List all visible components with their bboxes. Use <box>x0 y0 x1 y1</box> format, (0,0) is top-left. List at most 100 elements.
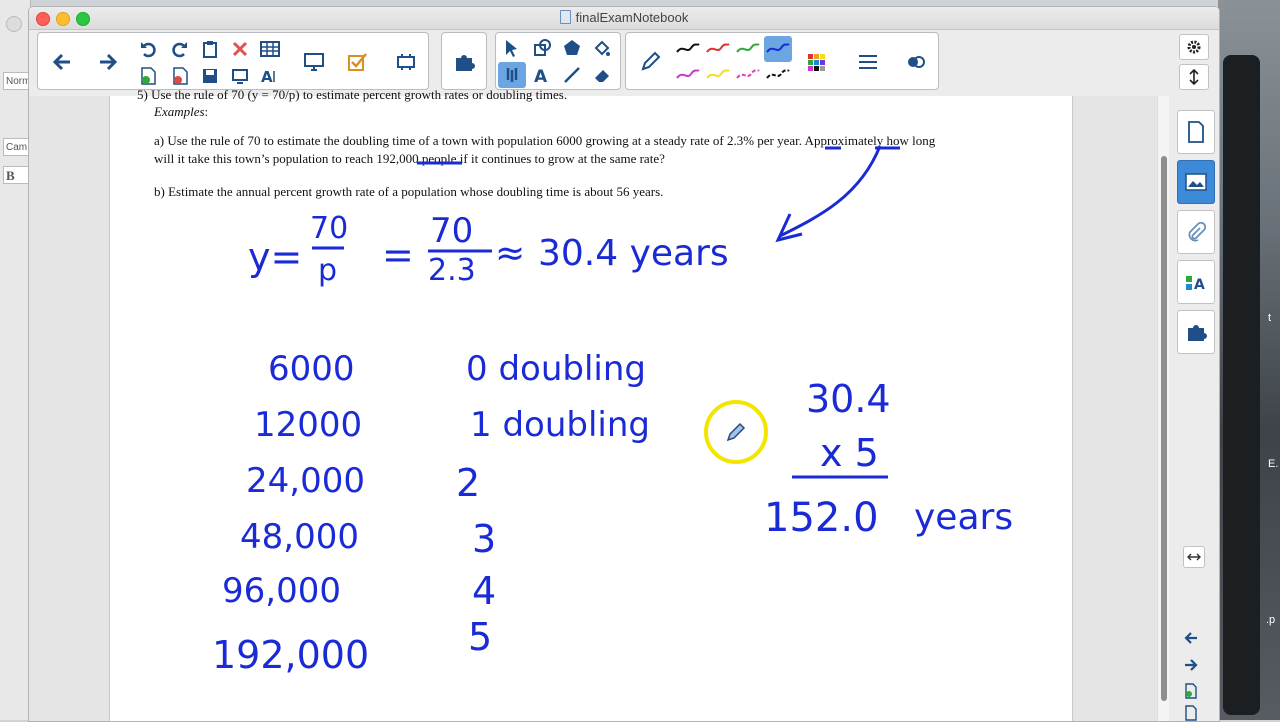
side-page-button[interactable] <box>1183 705 1199 721</box>
pen-red[interactable] <box>704 36 732 62</box>
floppy-icon <box>203 69 217 83</box>
small-arrow-left-icon <box>1184 632 1197 644</box>
shapes-icon <box>534 39 551 56</box>
population-3: 48,000 <box>240 517 359 557</box>
pen-stroke-pink-icon <box>736 69 760 79</box>
doubling-2: 2 <box>456 461 481 505</box>
line-tool-button[interactable] <box>558 62 586 88</box>
eraser-tool-button[interactable] <box>588 62 616 88</box>
population-5: 192,000 <box>212 633 370 677</box>
add-page-button[interactable] <box>134 63 162 89</box>
add-page-icon <box>141 67 156 85</box>
desktop-label-t: t <box>1268 312 1272 324</box>
line-style-button[interactable] <box>854 49 882 75</box>
pen-black-dashed[interactable] <box>764 62 792 88</box>
scrollbar-thumb[interactable] <box>1161 156 1167 701</box>
doubling-5: 5 <box>468 615 493 659</box>
addons-tab[interactable] <box>1177 310 1215 354</box>
side-tabs: A <box>1169 96 1219 721</box>
delete-page-button[interactable] <box>166 63 194 89</box>
attachments-tab[interactable] <box>1177 210 1215 254</box>
background-font-box[interactable]: Cam <box>3 138 29 156</box>
redo-icon <box>172 42 187 58</box>
paste-button[interactable] <box>196 36 224 62</box>
calc-unit: years <box>914 497 1014 538</box>
paperclip-icon <box>1188 222 1206 242</box>
checkbox-icon <box>348 53 367 71</box>
toolbar-group-tools: A <box>495 32 621 90</box>
toolbar-position-button[interactable] <box>1179 64 1209 90</box>
undo-button[interactable] <box>134 36 162 62</box>
back-page-button[interactable] <box>48 49 76 75</box>
notebook-page[interactable]: 5) Use the rule of 70 (y = 70/p) to esti… <box>109 87 1073 721</box>
desktop-background: t E. .p <box>1218 0 1280 720</box>
arrow-stroke <box>779 145 882 238</box>
page-sorter-tab[interactable] <box>1177 110 1215 154</box>
page-icon <box>1188 121 1204 143</box>
pens-tool-button[interactable] <box>498 62 526 88</box>
side-prev-page-button[interactable] <box>1183 630 1199 646</box>
table-icon <box>260 41 280 57</box>
horizontal-arrows-icon <box>1187 553 1201 561</box>
calc-top: 30.4 <box>806 377 891 421</box>
fill-tool-button[interactable] <box>588 35 616 61</box>
properties-button[interactable] <box>902 49 930 75</box>
properties-tab[interactable]: A <box>1177 260 1215 304</box>
settings-button[interactable] <box>1179 34 1209 60</box>
pen-green[interactable] <box>734 36 762 62</box>
auto-hide-button[interactable] <box>1183 546 1205 568</box>
window-title: finalExamNotebook <box>575 10 689 25</box>
background-bold-button[interactable]: B <box>3 166 29 184</box>
calc-multiplier: x 5 <box>820 431 879 475</box>
pen-stroke-blue-icon <box>766 43 790 53</box>
save-button[interactable] <box>196 63 224 89</box>
svg-text:A: A <box>534 67 548 84</box>
background-style-box[interactable]: Norm <box>3 72 29 90</box>
document-camera-button[interactable] <box>300 49 328 75</box>
response-button[interactable] <box>344 49 372 75</box>
polygon-icon <box>564 40 580 55</box>
pen-button[interactable] <box>636 49 664 75</box>
side-next-page-button[interactable] <box>1183 657 1199 673</box>
shape-tool-button[interactable] <box>528 35 556 61</box>
background-app: Norm Cam B <box>0 0 31 720</box>
document-icon <box>559 10 571 24</box>
forward-page-button[interactable] <box>94 49 122 75</box>
redo-button[interactable] <box>166 36 194 62</box>
paint-bucket-icon <box>594 40 610 56</box>
text-size-button[interactable]: A <box>256 63 284 89</box>
pen-cursor <box>704 400 768 464</box>
color-palette-button[interactable] <box>802 49 830 75</box>
pen-blue[interactable] <box>764 36 792 62</box>
background-window <box>1223 55 1260 715</box>
pen-black[interactable] <box>674 36 702 62</box>
small-add-page-icon <box>1185 683 1197 699</box>
doubling-4: 4 <box>472 569 497 613</box>
clipboard-icon <box>203 41 217 58</box>
calc-result: 152.0 <box>764 495 879 541</box>
gallery-tab[interactable] <box>1177 160 1215 204</box>
delete-button[interactable] <box>226 36 254 62</box>
select-tool-button[interactable] <box>498 35 526 61</box>
pen-yellow[interactable] <box>704 62 732 88</box>
desktop-label-p: .p <box>1266 614 1276 626</box>
desktop-label-e: E. <box>1268 458 1279 470</box>
text-format-icon: A <box>261 68 275 85</box>
doubling-3: 3 <box>472 517 497 561</box>
puzzle-button[interactable] <box>450 49 478 75</box>
add-ons-button[interactable] <box>392 49 420 75</box>
svg-text:A: A <box>261 68 273 85</box>
pen-magenta[interactable] <box>674 62 702 88</box>
side-add-page-button[interactable] <box>1183 683 1199 699</box>
text-tool-button[interactable]: A <box>528 62 556 88</box>
screen-shade-icon <box>232 69 248 84</box>
screen-shade-button[interactable] <box>226 63 254 89</box>
table-button[interactable] <box>256 36 284 62</box>
doubling-0: 0 doubling <box>466 349 646 389</box>
gallery-image-icon <box>1185 173 1207 191</box>
pen-pink-dashed[interactable] <box>734 62 762 88</box>
polygon-tool-button[interactable] <box>558 35 586 61</box>
toolbar-group-addons <box>441 32 487 90</box>
pens-icon <box>506 68 518 82</box>
delete-page-icon <box>173 67 188 85</box>
